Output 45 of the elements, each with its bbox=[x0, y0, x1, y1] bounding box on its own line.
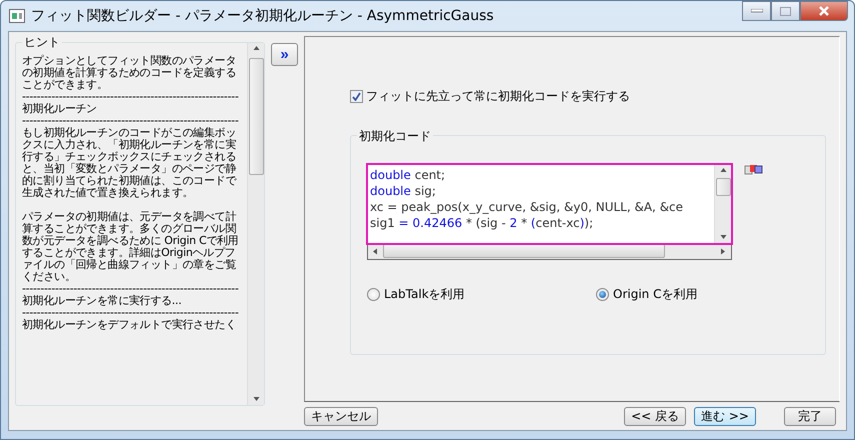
scroll-thumb[interactable] bbox=[248, 58, 264, 175]
hint-text: パラメータの初期値は、元データを調べて計算することができます。多くのグローバル関数が元データを調べるために Origin Cで利用することができます。詳細はOriginヘルプファイルの「回帰と曲線フィット」の章をご覧ください。 bbox=[22, 211, 240, 283]
minimize-button[interactable] bbox=[742, 1, 771, 21]
left-arrow-icon[interactable] bbox=[372, 248, 379, 254]
wizard-button[interactable]: キャンセル bbox=[304, 407, 378, 426]
checkbox-label: フィットに先立って常に初期化コードを実行する bbox=[366, 88, 630, 105]
maximize-icon bbox=[780, 6, 791, 16]
down-arrow-icon[interactable] bbox=[252, 396, 260, 403]
code-line: sig1 = 0.42466 * (sig - 2 * (cent-xc)); bbox=[370, 215, 594, 231]
close-button[interactable] bbox=[800, 1, 848, 21]
window-title: フィット関数ビルダー - パラメータ初期化ルーチン - AsymmetricGauss bbox=[31, 7, 494, 25]
vertical-scrollbar[interactable] bbox=[247, 43, 264, 405]
vertical-scrollbar[interactable] bbox=[714, 165, 731, 243]
down-arrow-icon[interactable] bbox=[720, 234, 726, 241]
minimize-icon bbox=[750, 9, 762, 13]
hint-text: ----------------------------------------------------------- bbox=[22, 91, 240, 103]
hint-text: もし初期化ルーチンのコードがこの編集ボックスに入力され、「初期化ルーチンを常に実行する」チェックボックスにチェックされると、当初「変数とパラメータ」のページで静的に割り当てられた初期値は、このコードで生成された値で置き換えられます。 bbox=[22, 127, 238, 199]
wizard-button[interactable]: << 戻る bbox=[624, 407, 686, 426]
up-arrow-icon[interactable] bbox=[720, 167, 726, 174]
code-line: xc = peak_pos(x_y_curve, &sig, &y0, NULL, &A, &ce bbox=[370, 199, 684, 215]
right-arrow-icon[interactable] bbox=[720, 248, 727, 254]
app-icon bbox=[9, 9, 25, 23]
checkbox[interactable] bbox=[350, 90, 363, 103]
radio-label: LabTalkを利用 bbox=[384, 286, 465, 303]
up-arrow-icon[interactable] bbox=[252, 45, 260, 52]
wizard-button[interactable]: 進む >> bbox=[694, 407, 756, 426]
wizard-button[interactable]: 完了 bbox=[784, 407, 836, 426]
hint-text: 初期化ルーチンをデフォルトで実行させたく bbox=[22, 319, 238, 331]
hint-text: ----------------------------------------------------------- bbox=[22, 115, 240, 127]
radio-label: Origin Cを利用 bbox=[613, 286, 698, 303]
scroll-thumb[interactable] bbox=[383, 244, 665, 258]
expand-button[interactable]: » bbox=[271, 43, 298, 66]
hint-text: オプションとしてフィット関数のパラメータの初期値を計算するためのコードを定義することができます。 bbox=[22, 55, 238, 91]
code-line: double sig; bbox=[370, 183, 437, 199]
code-editor[interactable]: double cent; double sig; xc = peak_pos(x_y_curve, &sig, &y0, NULL, &A, &ce sig1 = 0.42466 * (sig - 2 * (cent-xc)); bbox=[367, 164, 732, 260]
maximize-button[interactable] bbox=[771, 1, 800, 21]
radio-button[interactable] bbox=[367, 288, 380, 301]
hint-text: ----------------------------------------------------------- bbox=[22, 283, 240, 295]
hint-text: 初期化ルーチンを常に実行する... bbox=[22, 295, 182, 307]
hint-text: 初期化ルーチン bbox=[22, 103, 98, 115]
hint-text: ----------------------------------------------------------- bbox=[22, 307, 240, 319]
radio-button[interactable] bbox=[596, 288, 609, 301]
close-icon bbox=[818, 6, 830, 16]
code-line: double cent; bbox=[370, 167, 446, 183]
scroll-thumb[interactable] bbox=[716, 178, 730, 196]
